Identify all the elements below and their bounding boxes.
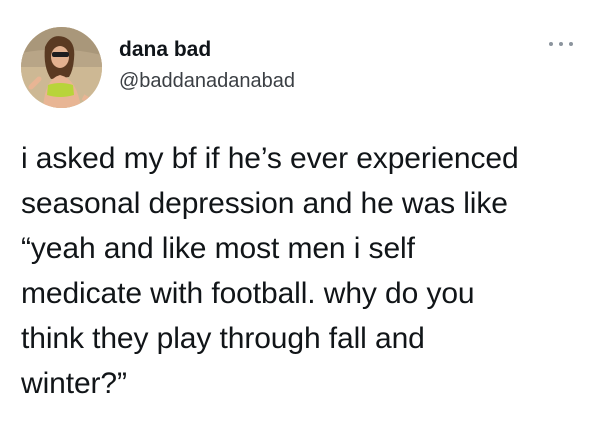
author-handle[interactable]: @baddanadanabad bbox=[119, 70, 295, 92]
tweet-text: i asked my bf if he’s ever experienced s… bbox=[21, 136, 591, 406]
avatar[interactable] bbox=[21, 27, 102, 108]
tweet-text-line: winter?” bbox=[21, 367, 127, 400]
tweet-text-line: seasonal depression and he was like bbox=[21, 187, 508, 220]
more-options-icon bbox=[569, 42, 573, 46]
author-display-name[interactable]: dana bad bbox=[119, 38, 211, 61]
tweet-text-line: think they play through fall and bbox=[21, 322, 425, 355]
tweet-text-line: medicate with football. why do you bbox=[21, 277, 475, 310]
tweet-text-line: i asked my bf if he’s ever experienced bbox=[21, 142, 519, 175]
more-options-button[interactable] bbox=[549, 37, 573, 51]
more-options-icon bbox=[549, 42, 553, 46]
more-options-icon bbox=[559, 42, 563, 46]
tweet-card: dana bad @baddanadanabad i asked my bf i… bbox=[0, 0, 600, 433]
avatar-photo-icon bbox=[21, 27, 102, 108]
tweet-text-line: “yeah and like most men i self bbox=[21, 232, 415, 265]
